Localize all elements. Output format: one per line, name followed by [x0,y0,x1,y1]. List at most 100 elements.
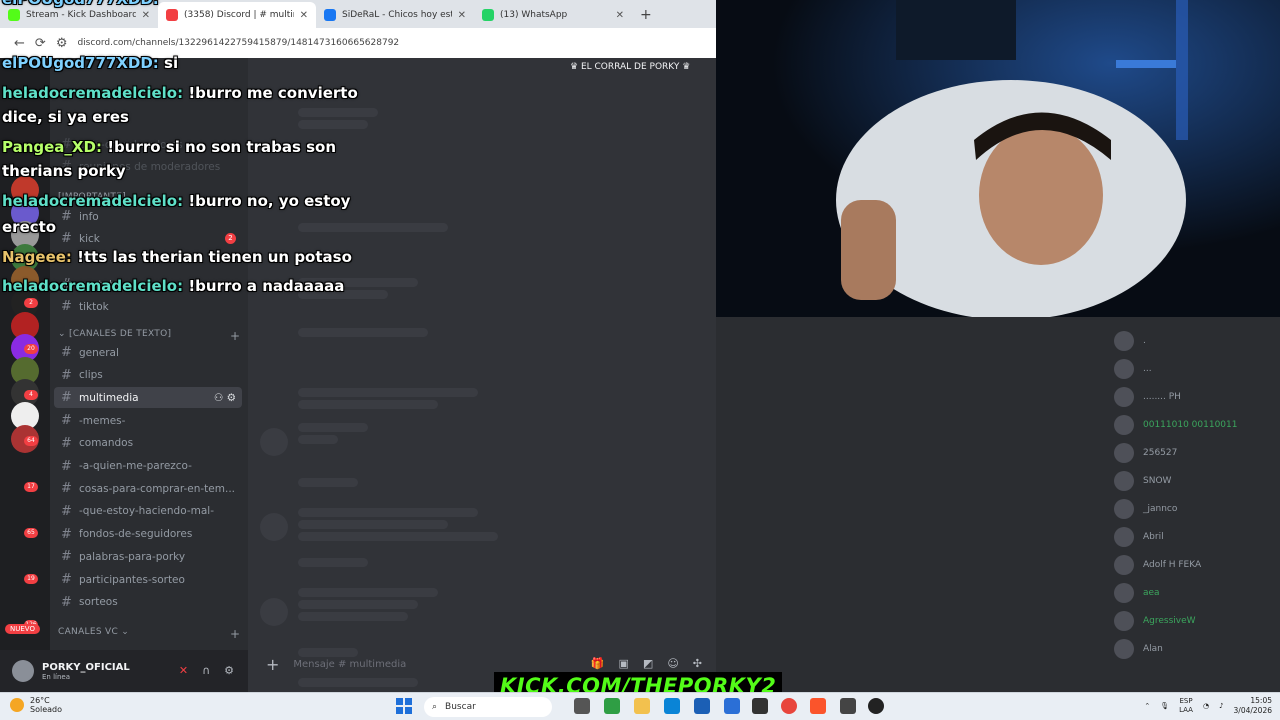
member-item[interactable]: _jannco [1114,499,1177,519]
member-item[interactable]: AgressiveW [1114,611,1196,631]
channel-label: kick [79,232,100,245]
hash-icon: # [61,458,72,474]
channel-label: tiktok [79,300,109,313]
member-item[interactable]: ........ PH [1114,387,1181,407]
member-item[interactable]: aea [1114,583,1160,603]
kick-icon [8,9,20,21]
channel-settings-icon[interactable]: ⚇ ⚙ [214,392,236,404]
close-tab-icon[interactable]: ✕ [142,10,150,21]
emoji-icon[interactable]: ☺ [667,657,678,670]
channel-item[interactable]: # -a-quien-me-parezco- [54,456,242,477]
webcam-image [716,0,1280,317]
mic-muted-icon[interactable]: ✕ [179,664,188,677]
new-tab-button[interactable]: + [632,2,660,28]
close-tab-icon[interactable]: ✕ [616,10,624,21]
hash-icon: # [61,526,72,542]
member-item[interactable]: Abril [1114,527,1164,547]
settings-gear-icon[interactable]: ⚙ [224,664,234,677]
server-name-header[interactable]: ♛ EL CORRAL DE PORKY ♛ [570,62,690,72]
username[interactable]: PORKY_OFICIAL [42,662,130,673]
channel-item[interactable]: # cosas-para-comprar-en-tem... [54,478,242,499]
channel-item[interactable]: # -memes- [54,410,242,431]
category-voice-channels[interactable]: CANALES VC ⌄ [58,627,129,637]
member-item[interactable]: . [1114,331,1146,351]
obs-icon[interactable] [752,698,768,714]
browser-tab[interactable]: SiDeRaL - Chicos hoy estarem ✕ [316,2,474,28]
member-item[interactable]: 00111010 00110011 [1114,415,1237,435]
hash-icon: # [61,299,72,314]
brave-icon[interactable] [810,698,826,714]
server-mention-badge: 19 [24,574,38,584]
loading-placeholder [298,423,368,432]
close-tab-icon[interactable]: ✕ [300,10,308,21]
browser-tab[interactable]: (3358) Discord | # multimedi ✕ [158,2,316,28]
member-item[interactable]: 256527 [1114,443,1177,463]
loading-placeholder [298,520,448,529]
taskbar-search[interactable]: ⌕ Buscar [424,697,552,717]
add-attachment-icon[interactable]: + [266,655,279,674]
loading-placeholder [298,600,418,609]
browser-tab[interactable]: (13) WhatsApp ✕ [474,2,632,28]
channel-item[interactable]: # multimedia ⚇ ⚙ [54,387,242,409]
back-icon[interactable]: ← [14,36,25,51]
windows-start-icon[interactable] [396,698,412,714]
channel-item[interactable]: # kick 2 [54,228,242,249]
app-icon[interactable] [840,698,856,714]
close-tab-icon[interactable]: ✕ [458,10,466,21]
member-name: Adolf H FEKA [1143,560,1202,570]
add-voice-channel-icon[interactable]: + [230,627,240,641]
sticker-icon[interactable]: ◩ [643,657,653,670]
chat-username: Pangea_XD: [2,138,102,156]
member-item[interactable]: SNOW [1114,471,1171,491]
channel-item[interactable]: # fondos-de-seguidores [54,524,242,545]
channel-item[interactable]: # participantes-sorteo [54,569,242,590]
discord-icon [166,9,178,21]
volume-icon[interactable]: ♪ [1219,702,1223,710]
apps-icon[interactable]: ✣ [693,657,702,670]
member-name: . [1143,336,1146,346]
avatar[interactable] [12,660,34,682]
overlay-chat-line: dice, si ya eres [2,108,129,126]
channel-item[interactable]: # clips [54,365,242,386]
member-item[interactable]: Adolf H FEKA [1114,555,1201,575]
chrome-icon[interactable] [781,698,797,714]
loading-placeholder [298,508,478,517]
channel-item[interactable]: # palabras-para-porky [54,546,242,567]
channel-item[interactable]: # general [54,342,242,363]
mic-icon[interactable]: 🎙 [1160,702,1169,710]
language-indicator[interactable]: ESP LAA [1179,697,1193,715]
channel-item[interactable]: # -que-estoy-haciendo-mal- [54,501,242,522]
task-view-icon[interactable] [574,698,590,714]
chevron-up-icon[interactable]: ⌃ [1144,702,1150,710]
member-name: ... [1143,364,1152,374]
tab-label: (13) WhatsApp [500,10,568,20]
wifi-icon[interactable]: ◔ [1203,702,1209,710]
clock[interactable]: 15:05 3/04/2026 [1234,696,1272,716]
file-explorer-icon[interactable] [634,698,650,714]
url-text[interactable]: discord.com/channels/1322961422759415879… [77,38,399,48]
member-item[interactable]: Alan [1114,639,1163,659]
category-text-channels[interactable]: ⌄ [CANALES DE TEXTO] [58,329,171,339]
search-icon: ⌕ [432,702,438,712]
composer-placeholder[interactable]: Mensaje # multimedia [293,659,406,670]
logitech-icon[interactable] [868,698,884,714]
member-name: ........ PH [1143,392,1181,402]
member-item[interactable]: ... [1114,359,1152,379]
headphones-icon[interactable]: ∩ [202,664,210,677]
store-icon[interactable] [694,698,710,714]
channel-item[interactable]: # comandos [54,433,242,454]
gif-icon[interactable]: ▣ [619,657,629,670]
reload-icon[interactable]: ⟳ [35,36,46,51]
site-info-icon[interactable]: ⚙ [56,36,68,51]
channel-item[interactable]: # sorteos [54,592,242,613]
chat-username: heladocremadelcielo: [2,84,184,102]
edge-icon[interactable] [664,698,680,714]
gift-icon[interactable]: 🎁 [591,657,605,670]
weather-widget[interactable]: 26°C Soleado [10,696,62,714]
zoom-icon[interactable] [724,698,740,714]
add-channel-icon[interactable]: + [230,329,240,343]
user-status: En línea [42,672,71,681]
member-name: SNOW [1143,476,1172,486]
app-icon[interactable] [604,698,620,714]
channel-item[interactable]: # tiktok [54,296,242,317]
